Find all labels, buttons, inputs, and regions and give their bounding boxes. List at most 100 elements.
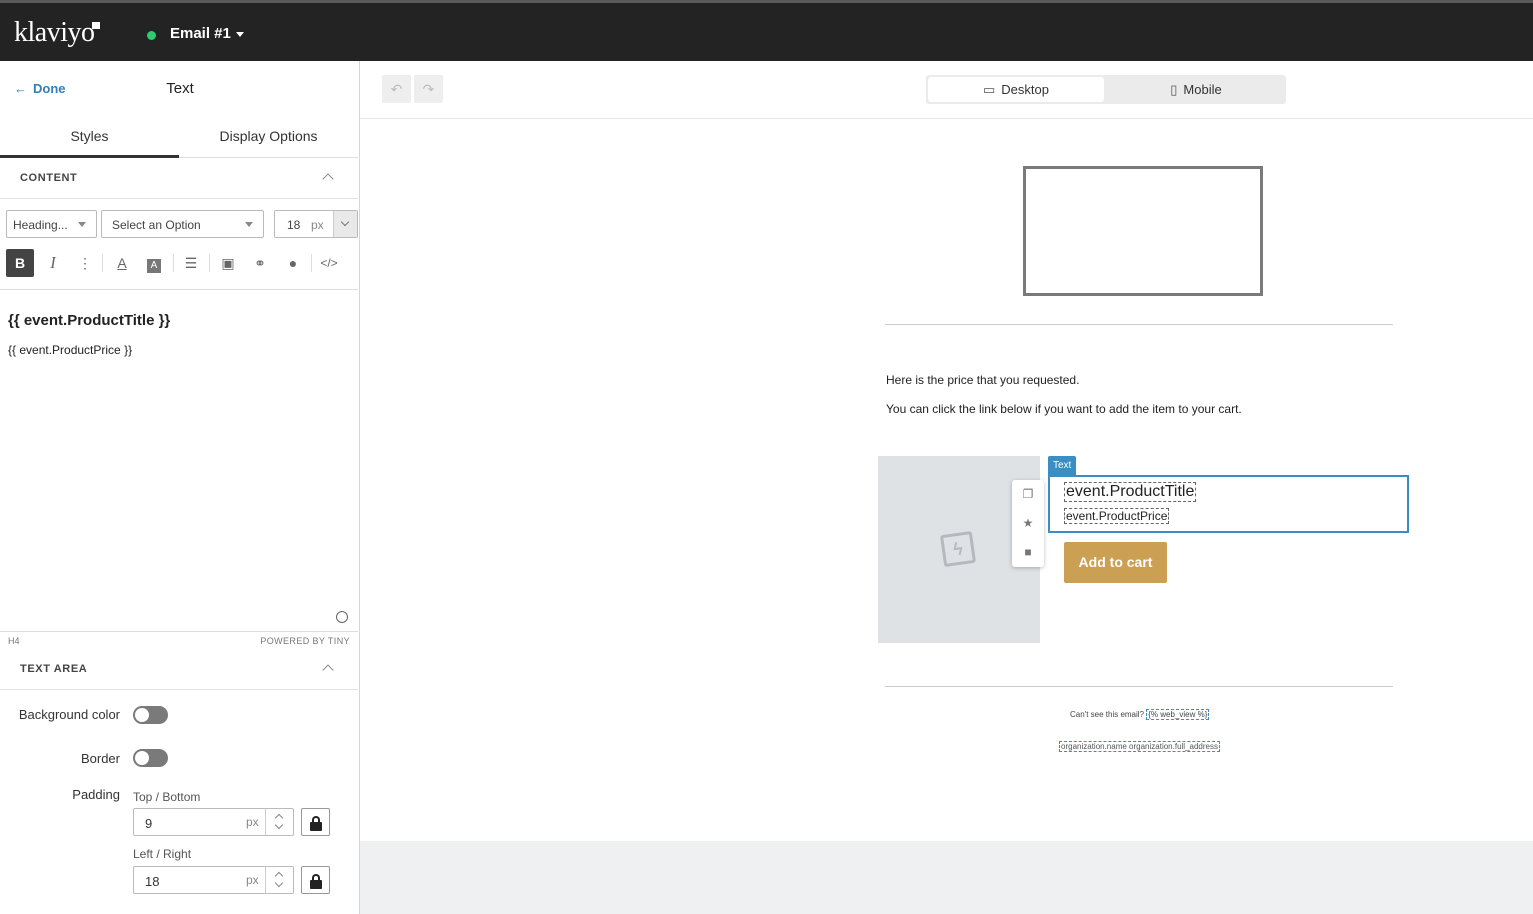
lock-left-right-button[interactable] [301, 866, 330, 894]
lock-icon-body [310, 822, 322, 831]
chevron-down-icon[interactable] [236, 32, 244, 37]
font-size-dropdown-button[interactable] [333, 211, 357, 237]
chevron-up-icon[interactable] [322, 173, 334, 185]
element-path[interactable]: H4 [8, 636, 20, 646]
text-area-section-header[interactable]: TEXT AREA [0, 650, 358, 690]
footer-web-view-line: Can't see this email? {% web_view %} [1070, 709, 1210, 720]
padding-label: Padding [72, 787, 120, 802]
web-view-link[interactable]: {% web_view %} [1146, 709, 1210, 720]
chevron-up-icon[interactable] [322, 664, 334, 676]
mobile-icon: ▯ [1170, 82, 1178, 97]
desktop-view-button[interactable]: ▭ Desktop [928, 77, 1104, 102]
stepper[interactable] [265, 867, 293, 893]
bold-icon[interactable]: B [6, 249, 34, 277]
toolbar-divider [102, 254, 103, 272]
toggle-knob [135, 751, 149, 765]
top-bottom-label: Top / Bottom [133, 790, 201, 804]
font-size-unit: px [311, 218, 324, 232]
top-bottom-padding-value: 9 [145, 816, 153, 831]
font-family-dropdown[interactable]: Select an Option [101, 210, 264, 238]
lock-icon-body [310, 880, 322, 889]
chevron-down-icon[interactable] [274, 878, 284, 888]
left-right-padding-input[interactable]: 18 px [133, 866, 294, 894]
link-icon[interactable]: ⚭ [246, 249, 274, 277]
selected-block-tag: Text [1048, 456, 1077, 475]
font-family-dropdown-value: Select an Option [112, 218, 201, 232]
chevron-down-icon[interactable] [274, 820, 284, 830]
editor-paragraph[interactable]: {{ event.ProductPrice }} [8, 343, 132, 357]
tab-styles[interactable]: Styles [0, 121, 179, 158]
caret-down-icon [78, 222, 86, 227]
top-bottom-padding-input[interactable]: 9 px [133, 808, 294, 836]
editor-heading[interactable]: {{ event.ProductTitle }} [8, 312, 170, 329]
toolbar-divider [311, 254, 312, 272]
lock-top-bottom-button[interactable] [301, 808, 330, 836]
arrow-left-icon: ← [14, 81, 27, 96]
email-title-dropdown[interactable]: Email #1 [170, 25, 231, 42]
divider [885, 324, 1393, 325]
product-price-variable[interactable]: event.ProductPrice [1064, 508, 1170, 524]
toggle-knob [135, 708, 149, 722]
footer-address[interactable]: organization.name organization.full_addr… [1059, 741, 1220, 752]
stepper[interactable] [265, 809, 293, 835]
font-size-input[interactable]: 18 px [274, 210, 358, 238]
add-to-cart-button[interactable]: Add to cart [1064, 542, 1167, 583]
redo-icon[interactable]: ↷ [414, 75, 443, 103]
view-toggle: ▭ Desktop ▯ Mobile [926, 75, 1286, 104]
selected-text-block[interactable]: event.ProductTitle event.ProductPrice [1048, 475, 1409, 533]
sidebar: Text ← Done Styles Display Options CONTEN… [0, 61, 360, 914]
padding-unit: px [246, 815, 259, 829]
logo-placeholder[interactable] [1023, 166, 1263, 296]
done-button[interactable]: ← Done [14, 81, 66, 96]
padding-unit: px [246, 873, 259, 887]
product-title-variable[interactable]: event.ProductTitle [1064, 482, 1197, 502]
align-icon[interactable]: ☰ [177, 249, 205, 277]
duplicate-icon[interactable]: ❐ [1012, 480, 1044, 509]
personalize-icon[interactable]: ● [279, 249, 307, 277]
done-label: Done [33, 81, 66, 96]
toolbar-divider [173, 254, 174, 272]
chevron-down-icon [340, 217, 350, 227]
star-icon[interactable]: ★ [1012, 509, 1044, 538]
background-color-label: Background color [18, 707, 120, 722]
rich-text-editor[interactable]: {{ event.ProductTitle }} {{ event.Produc… [0, 289, 358, 649]
content-section-label: CONTENT [20, 172, 78, 184]
logo-flag-icon [92, 22, 100, 29]
format-dropdown-value: Heading... [13, 218, 68, 232]
emoji-icon[interactable] [336, 611, 348, 623]
divider [885, 686, 1393, 687]
tab-display-options[interactable]: Display Options [179, 121, 358, 158]
block-actions: ❐ ★ ■ [1012, 480, 1044, 567]
text-color-icon[interactable]: A [108, 249, 136, 277]
footer-text: Can't see this email? [1070, 710, 1145, 719]
mobile-view-button[interactable]: ▯ Mobile [1108, 77, 1284, 102]
message-line-1[interactable]: Here is the price that you requested. [886, 373, 1079, 387]
font-size-value: 18 [287, 218, 301, 232]
border-label: Border [80, 751, 120, 766]
desktop-label: Desktop [1001, 82, 1049, 97]
image-icon[interactable]: ▣ [214, 249, 242, 277]
message-line-2[interactable]: You can click the link below if you want… [886, 402, 1242, 416]
mobile-label: Mobile [1183, 82, 1222, 97]
powered-by-label[interactable]: POWERED BY TINY [260, 636, 350, 646]
content-section-header[interactable]: CONTENT [0, 159, 358, 199]
status-indicator-icon [147, 31, 156, 40]
format-dropdown[interactable]: Heading... [6, 210, 97, 238]
canvas-bottom-area [360, 841, 1533, 914]
undo-icon[interactable]: ↶ [382, 75, 411, 103]
sidebar-tabs: Styles Display Options [0, 121, 358, 158]
code-icon[interactable]: </> [315, 249, 343, 277]
more-icon[interactable]: ⋮ [71, 249, 99, 277]
desktop-icon: ▭ [983, 82, 996, 97]
email-canvas: ↶ ↷ ▭ Desktop ▯ Mobile Here is the price t… [360, 61, 1533, 841]
klaviyo-logo[interactable]: klaviyo [14, 17, 95, 49]
editor-status-bar: H4 POWERED BY TINY [0, 631, 358, 649]
background-color-icon[interactable]: A [140, 249, 168, 277]
background-color-toggle[interactable] [133, 706, 168, 724]
delete-icon[interactable]: ■ [1012, 538, 1044, 567]
italic-icon[interactable]: I [39, 249, 67, 277]
toolbar-divider [209, 254, 210, 272]
image-placeholder-icon: ϟ [939, 530, 977, 568]
border-toggle[interactable] [133, 749, 168, 767]
text-area-section-label: TEXT AREA [20, 663, 88, 675]
